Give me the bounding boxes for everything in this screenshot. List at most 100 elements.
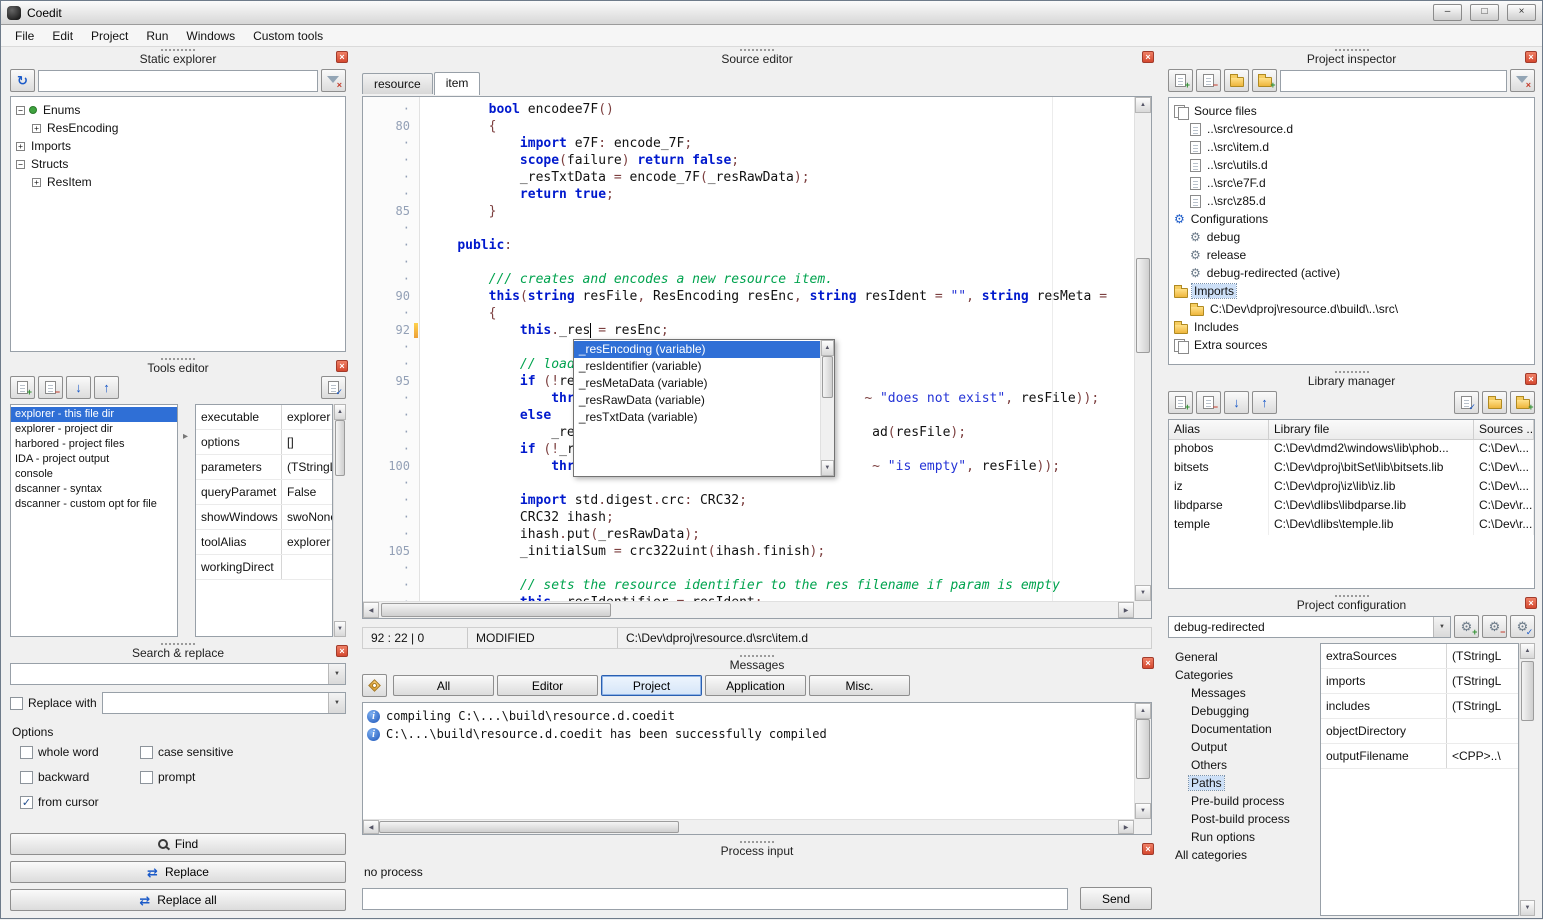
config-category-node-documentation[interactable]: Documentation [1168, 720, 1320, 738]
minimize-button[interactable]: – [1433, 4, 1462, 21]
tool-property-value[interactable]: swoNone [282, 505, 332, 529]
scrollbar-track[interactable] [334, 420, 346, 621]
clear-inspector-filter-button[interactable]: × [1510, 69, 1535, 92]
symbol-tree[interactable]: −Enums+ResEncoding+Imports−Structs+ResIt… [10, 96, 346, 352]
library-row-iz[interactable]: izC:\Dev\dproj\iz\lib\iz.libC:\Dev\... [1169, 478, 1534, 497]
filter-all[interactable]: All [393, 675, 494, 696]
scrollbar-track[interactable] [821, 356, 834, 460]
remove-configuration-button[interactable]: ⚙− [1482, 615, 1507, 638]
expander-icon[interactable]: + [16, 142, 25, 151]
add-configuration-button[interactable]: ⚙+ [1454, 615, 1479, 638]
scrollbar-track[interactable] [379, 602, 1118, 618]
inspector-node-release[interactable]: ⚙release [1169, 246, 1534, 264]
config-property-value[interactable]: (TStringL [1447, 644, 1518, 668]
apply-tool-button[interactable]: ✓ [321, 376, 346, 399]
inspector-node-src-item-d[interactable]: ..\src\item.d [1169, 138, 1534, 156]
scroll-left-button[interactable]: ◀ [363, 602, 379, 618]
filter-application[interactable]: Application [705, 675, 806, 696]
menu-windows[interactable]: Windows [177, 26, 244, 46]
drag-grip[interactable] [161, 643, 195, 645]
drag-grip[interactable] [1335, 595, 1369, 597]
drag-grip[interactable] [1335, 371, 1369, 373]
messages-hscrollbar[interactable]: ◀▶ [363, 819, 1134, 834]
close-icon[interactable]: × [1525, 373, 1537, 385]
drag-grip[interactable] [740, 655, 774, 657]
inspector-filter-input[interactable] [1280, 70, 1507, 92]
tool-property-value[interactable]: explorer [282, 530, 332, 554]
close-icon[interactable]: × [1142, 51, 1154, 63]
checkbox-case-sensitive[interactable]: case sensitive [140, 745, 346, 759]
tab-resource[interactable]: resource [362, 73, 433, 94]
close-icon[interactable]: × [1525, 51, 1537, 63]
completion-scrollbar[interactable]: ▲▼ [820, 340, 834, 476]
clear-filter-button[interactable]: × [321, 69, 346, 92]
tool-property-name[interactable]: queryParamet [196, 480, 282, 504]
completion-item-resrawdata-variable[interactable]: _resRawData (variable) [574, 392, 820, 409]
refresh-button[interactable]: ↻ [10, 69, 35, 92]
scroll-down-button[interactable]: ▼ [1135, 585, 1151, 601]
scroll-up-button[interactable]: ▲ [1135, 703, 1151, 719]
editor-vscrollbar[interactable]: ▲▼ [1134, 97, 1151, 601]
scrollbar-thumb[interactable] [1521, 661, 1534, 721]
library-row-temple[interactable]: templeC:\Dev\dlibs\temple.libC:\Dev\r... [1169, 516, 1534, 535]
message-item[interactable]: iC:\...\build\resource.d.coedit has been… [363, 725, 1134, 743]
config-property-grid[interactable]: extraSources(TStringLimports(TStringLinc… [1320, 643, 1519, 916]
config-property-value[interactable]: <CPP>..\ [1447, 744, 1518, 768]
drag-grip[interactable] [740, 841, 774, 843]
config-property-name[interactable]: objectDirectory [1321, 719, 1447, 743]
tool-property-name[interactable]: showWindows [196, 505, 282, 529]
column-header-sources[interactable]: Sources ... [1474, 420, 1534, 440]
clone-configuration-button[interactable]: ⚙✓ [1510, 615, 1535, 638]
replace-with-checkbox[interactable]: Replace with [10, 696, 97, 710]
project-tree[interactable]: Source files..\src\resource.d..\src\item… [1168, 97, 1535, 365]
messages-vscrollbar[interactable]: ▲▼ [1134, 703, 1151, 819]
checkbox-prompt[interactable]: prompt [140, 770, 346, 784]
config-property-value[interactable]: (TStringL [1447, 669, 1518, 693]
checkbox-from-cursor[interactable]: ✓from cursor [20, 795, 140, 809]
scroll-down-button[interactable]: ▼ [1520, 900, 1535, 916]
tool-property-name[interactable]: workingDirect [196, 555, 282, 579]
library-table[interactable]: AliasLibrary fileSources ... phobosC:\De… [1168, 419, 1535, 589]
close-icon[interactable]: × [336, 51, 348, 63]
config-property-value[interactable] [1447, 719, 1518, 743]
scrollbar-track[interactable] [1135, 719, 1151, 803]
window-close-button[interactable]: × [1507, 4, 1536, 21]
scroll-up-button[interactable]: ▲ [821, 340, 834, 356]
scrollbar-track[interactable] [379, 820, 1118, 834]
inspector-node-src-utils-d[interactable]: ..\src\utils.d [1169, 156, 1534, 174]
config-category-node-categories[interactable]: Categories [1168, 666, 1320, 684]
close-icon[interactable]: × [336, 360, 348, 372]
message-item[interactable]: icompiling C:\...\build\resource.d.coedi… [363, 707, 1134, 725]
close-icon[interactable]: × [1142, 843, 1154, 855]
tool-item-explorer-project-dir[interactable]: explorer - project dir [11, 422, 177, 437]
inspector-node-src-e7f-d[interactable]: ..\src\e7F.d [1169, 174, 1534, 192]
filter-misc[interactable]: Misc. [809, 675, 910, 696]
move-tool-down-button[interactable]: ↓ [66, 376, 91, 399]
expander-icon[interactable]: + [32, 178, 41, 187]
menu-project[interactable]: Project [82, 26, 137, 46]
code-area[interactable]: _resEncoding (variable)_resIdentifier (v… [420, 97, 1134, 601]
scrollbar-track[interactable] [1135, 113, 1151, 585]
config-property-name[interactable]: includes [1321, 694, 1447, 718]
column-header-alias[interactable]: Alias [1169, 420, 1269, 440]
config-category-node-output[interactable]: Output [1168, 738, 1320, 756]
add-folder-button[interactable]: + [1252, 69, 1277, 92]
config-property-name[interactable]: outputFilename [1321, 744, 1447, 768]
search-combobox[interactable]: ▼ [10, 663, 346, 685]
remove-library-button[interactable]: − [1196, 391, 1221, 414]
message-list[interactable]: icompiling C:\...\build\resource.d.coedi… [363, 703, 1134, 819]
filter-project[interactable]: Project [601, 675, 702, 696]
column-header-library-file[interactable]: Library file [1269, 420, 1474, 440]
move-library-up-button[interactable]: ↑ [1252, 391, 1277, 414]
config-category-node-all-categories[interactable]: All categories [1168, 846, 1320, 864]
scroll-up-button[interactable]: ▲ [1135, 97, 1151, 113]
expander-icon[interactable]: + [32, 124, 41, 133]
config-property-name[interactable]: extraSources [1321, 644, 1447, 668]
checkbox-backward[interactable]: backward [20, 770, 140, 784]
scroll-up-button[interactable]: ▲ [334, 404, 346, 420]
explorer-node-imports[interactable]: +Imports [11, 137, 345, 155]
remove-source-button[interactable]: − [1196, 69, 1221, 92]
config-category-node-paths[interactable]: Paths [1168, 774, 1320, 792]
tool-item-ida-project-output[interactable]: IDA - project output [11, 452, 177, 467]
inspector-node-c-dev-dproj-resource-d-build-src[interactable]: C:\Dev\dproj\resource.d\build\..\src\ [1169, 300, 1534, 318]
